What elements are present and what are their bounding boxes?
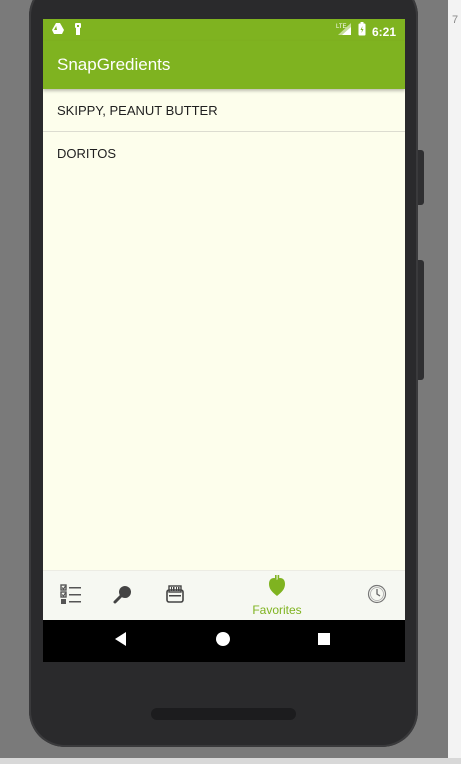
back-button[interactable] (91, 620, 151, 662)
system-navigation-bar (43, 620, 405, 662)
status-bar: LTE 6:21 (43, 19, 405, 41)
recents-icon (317, 632, 331, 651)
phone-power-button[interactable] (418, 150, 424, 205)
search-icon (112, 583, 134, 610)
barcode-scanner-icon (164, 583, 186, 610)
list-item[interactable]: SKIPPY, PEANUT BUTTER (43, 89, 405, 132)
nav-item-favorites[interactable]: Favorites (243, 571, 311, 621)
bottom-navigation: Favorites (43, 570, 405, 621)
list-item-label: SKIPPY, PEANUT BUTTER (57, 102, 218, 118)
desktop-edge-mark: 7 (452, 14, 459, 26)
recents-button[interactable] (294, 620, 354, 662)
status-time: 6:21 (371, 24, 396, 39)
nav-item-history[interactable] (357, 571, 397, 621)
history-clock-icon (366, 583, 388, 610)
home-button[interactable] (193, 620, 253, 662)
app-bar: SnapGredients (43, 41, 405, 89)
back-icon (114, 631, 128, 652)
key-icon (73, 22, 83, 41)
svg-text:LTE: LTE (336, 24, 347, 30)
home-icon (215, 631, 231, 652)
list-item-label: DORITOS (57, 146, 116, 161)
desktop-taskbar-edge (0, 758, 461, 764)
phone-screen: LTE 6:21 SnapGredients SKIPPY, PEANUT BU… (43, 19, 405, 662)
signal-icon: LTE (336, 22, 352, 41)
phone-volume-button[interactable] (418, 260, 424, 380)
app-title: SnapGredients (57, 55, 171, 74)
nav-item-scan[interactable] (155, 571, 195, 621)
desktop-background (448, 0, 461, 764)
heart-icon (268, 575, 286, 602)
drive-icon (51, 22, 65, 41)
nav-label-favorites: Favorites (252, 603, 302, 617)
checklist-icon (59, 582, 83, 611)
nav-item-search[interactable] (103, 571, 143, 621)
status-left-icons (51, 22, 83, 41)
status-right-icons: LTE 6:21 (336, 22, 396, 41)
list-item[interactable]: DORITOS (43, 132, 405, 175)
nav-item-checklist[interactable] (51, 571, 91, 621)
favorites-list: SKIPPY, PEANUT BUTTER DORITOS (43, 89, 405, 175)
phone-speaker (151, 708, 296, 720)
battery-icon (358, 22, 366, 41)
